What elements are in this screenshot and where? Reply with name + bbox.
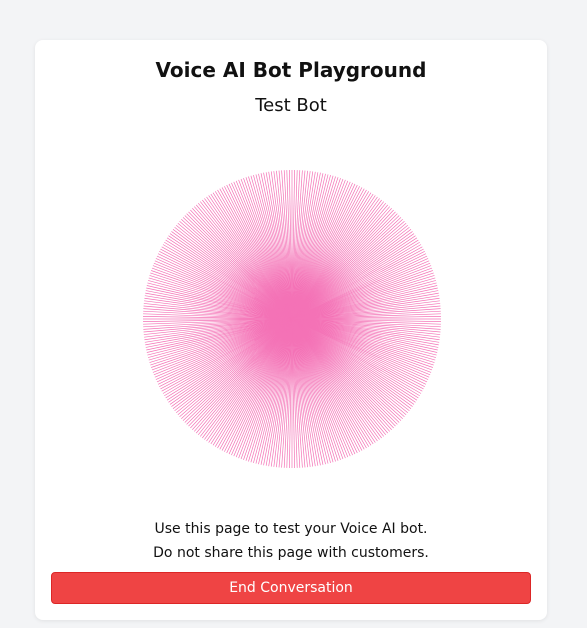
notice-line-2: Do not share this page with customers.	[153, 545, 429, 561]
bot-name: Test Bot	[255, 95, 327, 116]
voice-visualizer	[141, 168, 443, 470]
page-title: Voice AI Bot Playground	[155, 58, 427, 82]
voice-visualizer-orb-icon	[143, 170, 441, 468]
playground-card: Voice AI Bot Playground Test Bot Use thi…	[35, 40, 547, 620]
end-conversation-button[interactable]: End Conversation	[51, 572, 531, 604]
notice-line-1: Use this page to test your Voice AI bot.	[154, 521, 428, 537]
